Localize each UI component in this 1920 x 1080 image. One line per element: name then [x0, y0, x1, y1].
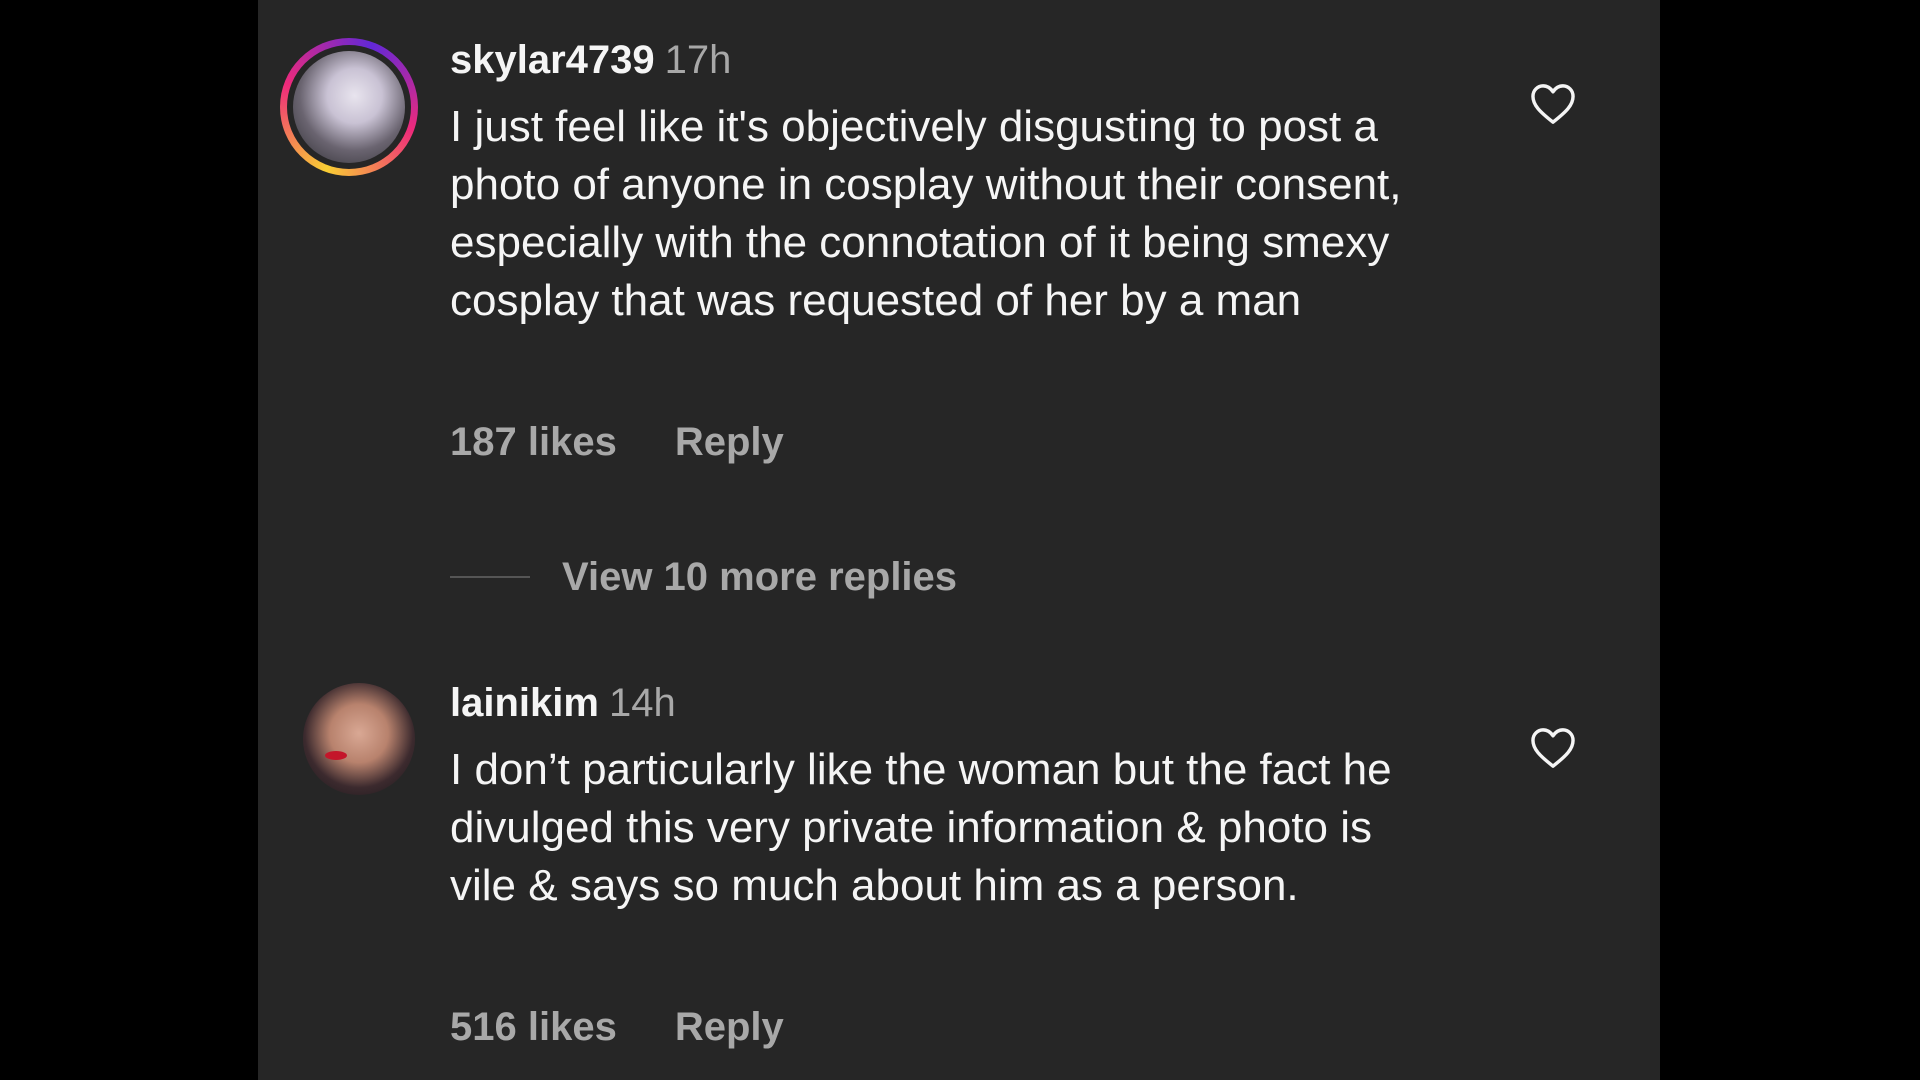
comment-actions: 187 likes Reply — [450, 418, 784, 466]
username-link[interactable]: lainikim — [450, 681, 599, 725]
comment-actions: 516 likes Reply — [450, 1003, 784, 1051]
comment-text: I just feel like it's objectively disgus… — [450, 102, 1402, 325]
username-link[interactable]: skylar4739 — [450, 38, 655, 82]
avatar[interactable] — [293, 51, 405, 163]
reply-button[interactable]: Reply — [675, 1005, 784, 1049]
reply-button[interactable]: Reply — [675, 420, 784, 464]
likes-count[interactable]: 187 likes — [450, 420, 617, 464]
avatar-detail — [325, 751, 347, 760]
replies-divider-line — [450, 576, 530, 578]
heart-icon[interactable] — [1530, 727, 1576, 769]
timestamp: 17h — [664, 38, 732, 82]
likes-count[interactable]: 516 likes — [450, 1005, 617, 1049]
view-more-replies-button[interactable]: View 10 more replies — [450, 553, 957, 601]
comment-header: lainikim 14h — [450, 679, 676, 727]
story-ring[interactable] — [280, 38, 418, 176]
comments-panel: skylar4739 17h I just feel like it's obje… — [258, 0, 1660, 1080]
view-more-replies-label: View 10 more replies — [562, 555, 958, 599]
heart-icon[interactable] — [1530, 83, 1576, 125]
comment-text: I don’t particularly like the woman but … — [450, 745, 1392, 910]
avatar[interactable] — [303, 683, 415, 795]
avatar-ring-gap — [287, 45, 411, 169]
timestamp: 14h — [608, 681, 676, 725]
comment-header: skylar4739 17h — [450, 36, 731, 84]
